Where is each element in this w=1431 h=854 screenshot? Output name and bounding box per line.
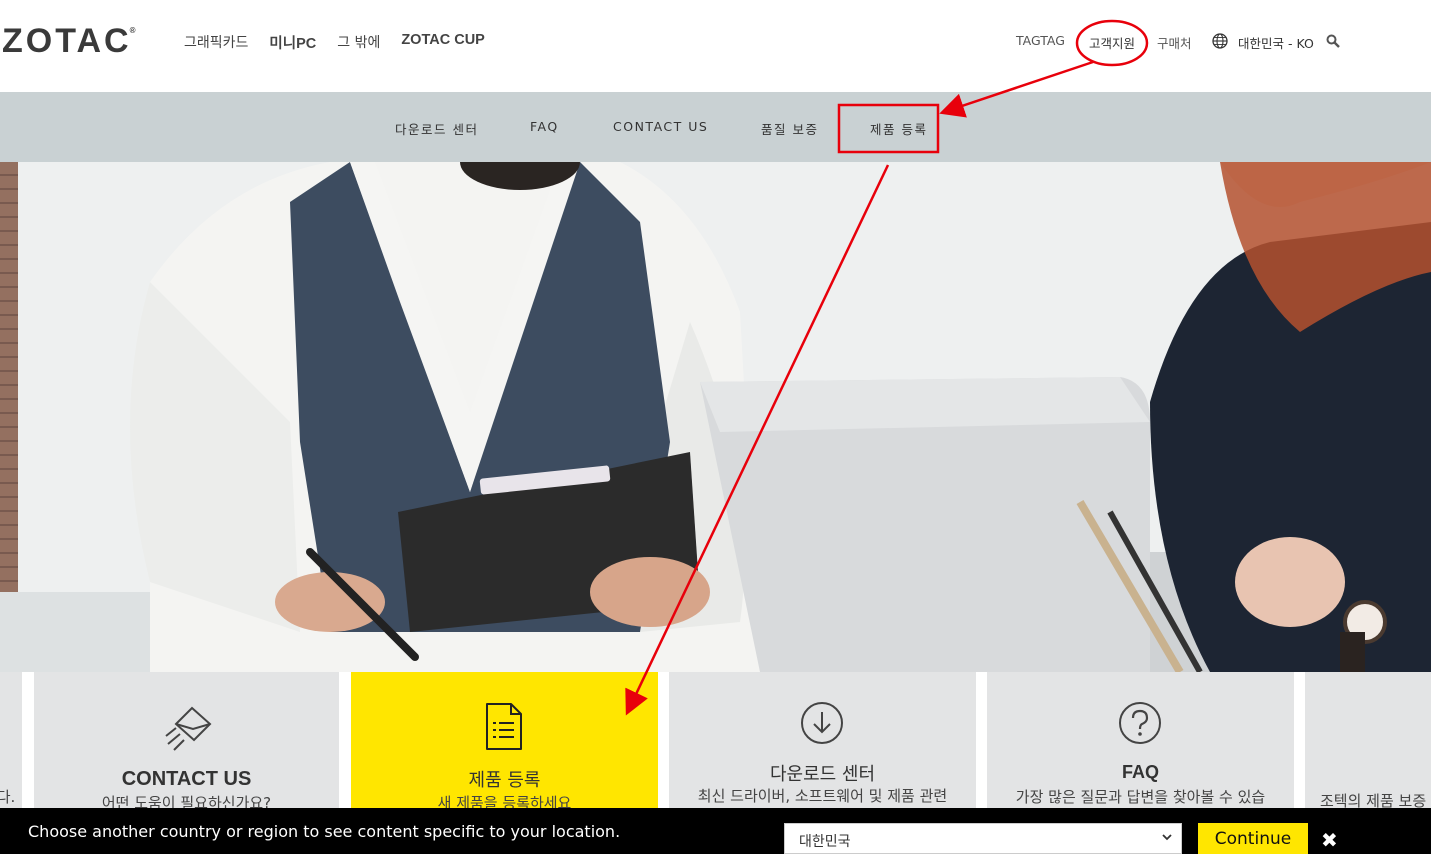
customer-support-link[interactable]: 고객지원: [1089, 33, 1135, 52]
tile-contact-us[interactable]: CONTACT US 어떤 도움이 필요하신가요?: [34, 672, 339, 808]
globe-icon[interactable]: [1212, 33, 1228, 49]
close-icon[interactable]: ✖: [1321, 828, 1338, 852]
tile-faq[interactable]: FAQ 가장 많은 질문과 답변을 찾아볼 수 있습: [987, 672, 1294, 808]
tile-partial-left[interactable]: 다.: [0, 672, 22, 808]
envelope-icon: [165, 706, 212, 751]
nav-zotac-cup[interactable]: ZOTAC CUP: [401, 32, 485, 53]
tile-product-registration[interactable]: 제품 등록 새 제품을 등록하세요: [351, 672, 658, 808]
hero-image: [0, 162, 1431, 672]
tile-download-center[interactable]: 다운로드 센터 최신 드라이버, 소프트웨어 및 제품 관련: [669, 672, 976, 808]
nav-graphics-cards[interactable]: 그래픽카드: [184, 32, 248, 53]
tagtag-link[interactable]: TAGTAG: [1016, 33, 1065, 48]
document-icon: [486, 703, 522, 750]
region-select[interactable]: 대한민국: [784, 823, 1182, 854]
top-header: ZOTAC® 그래픽카드 미니PC 그 밖에 ZOTAC CUP TAGTAG …: [0, 0, 1431, 92]
subnav-warranty[interactable]: 품질 보증: [761, 119, 818, 138]
hero-photo: [0, 162, 1431, 672]
subnav-faq[interactable]: FAQ: [530, 119, 559, 134]
subnav-download-center[interactable]: 다운로드 센터: [395, 119, 478, 138]
where-to-buy-link[interactable]: 구매처: [1157, 33, 1192, 52]
nav-mini-pc[interactable]: 미니PC: [269, 32, 316, 53]
region-select-value: 대한민국: [799, 834, 851, 850]
tile-warranty[interactable]: 조텍의 제품 보증: [1305, 672, 1431, 808]
continue-button[interactable]: Continue: [1198, 823, 1308, 854]
subnav-product-registration[interactable]: 제품 등록: [870, 119, 927, 138]
region-selector[interactable]: 대한민국 - KO: [1238, 33, 1314, 52]
region-notice-message: Choose another country or region to see …: [28, 822, 621, 841]
chevron-down-icon: [1162, 834, 1172, 841]
search-icon[interactable]: [1326, 34, 1340, 48]
download-icon: [801, 702, 843, 744]
support-subnav: 다운로드 센터 FAQ CONTACT US 품질 보증 제품 등록: [0, 92, 1431, 162]
region-notice-bar: Choose another country or region to see …: [0, 808, 1431, 854]
subnav-contact-us[interactable]: CONTACT US: [613, 119, 708, 134]
main-nav: 그래픽카드 미니PC 그 밖에 ZOTAC CUP: [184, 32, 506, 53]
zotac-logo[interactable]: ZOTAC®: [2, 22, 140, 61]
question-icon: [1119, 702, 1161, 744]
nav-more[interactable]: 그 밖에: [337, 32, 380, 53]
support-tiles: 다. CONTACT US 어떤 도움이 필요하신가요? 제품 등록 새 제품을…: [0, 672, 1431, 808]
